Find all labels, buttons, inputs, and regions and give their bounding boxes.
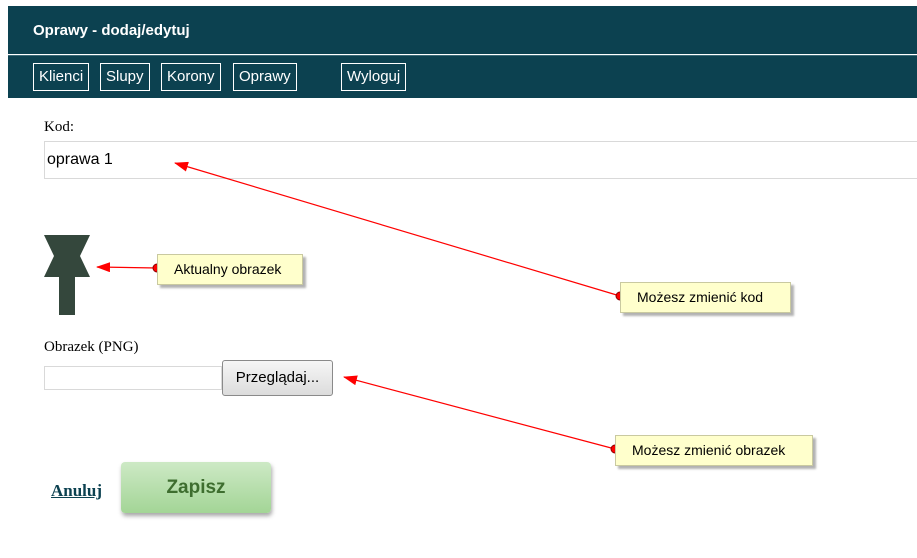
browse-button[interactable]: Przeglądaj... (222, 360, 333, 396)
page: Oprawy - dodaj/edytuj Klienci Slupy Koro… (0, 0, 917, 558)
nav-item-korony[interactable]: Korony (161, 63, 221, 91)
current-image (44, 235, 90, 315)
fixture-pole-shape (59, 277, 75, 315)
main-nav: Klienci Slupy Korony Oprawy Wyloguj (8, 55, 917, 98)
callout-change-code: Możesz zmienić kod (620, 282, 791, 313)
page-header: Oprawy - dodaj/edytuj (8, 6, 917, 54)
fixture-head-shape (44, 235, 90, 277)
arrow-change-image (343, 375, 616, 450)
nav-item-oprawy[interactable]: Oprawy (233, 63, 297, 91)
file-path-field[interactable] (44, 366, 222, 390)
page-title: Oprawy - dodaj/edytuj (33, 22, 190, 39)
callout-change-image: Możesz zmienić obrazek (615, 435, 813, 466)
nav-item-klienci[interactable]: Klienci (33, 63, 90, 91)
nav-item-wyloguj[interactable]: Wyloguj (341, 63, 407, 91)
nav-item-slupy[interactable]: Slupy (100, 63, 150, 91)
arrow-current-image (96, 262, 158, 273)
save-button[interactable]: Zapisz (121, 462, 271, 513)
callout-current-image: Aktualny obrazek (157, 254, 303, 285)
kod-input[interactable] (44, 141, 917, 179)
image-label: Obrazek (PNG) (44, 339, 139, 355)
cancel-link[interactable]: Anuluj (51, 481, 102, 501)
kod-label: Kod: (44, 119, 74, 135)
